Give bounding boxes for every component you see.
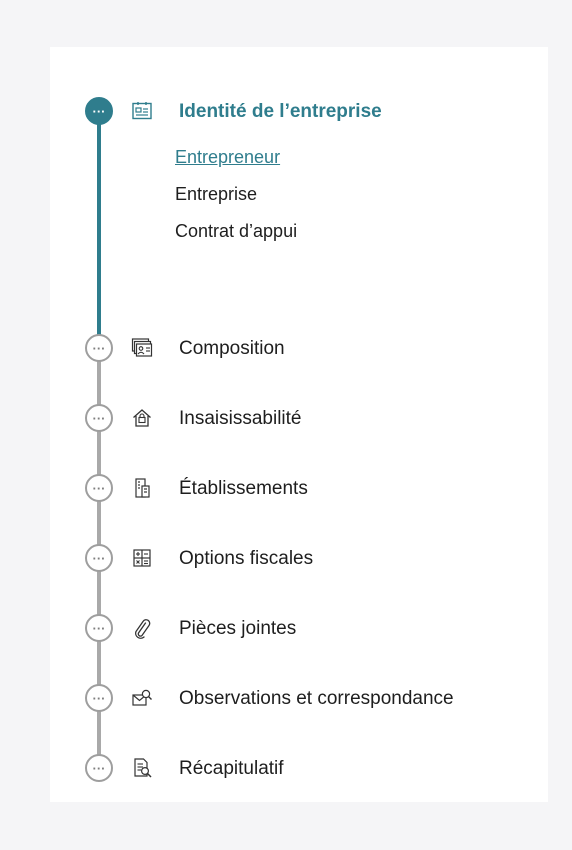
people-cards-icon bbox=[131, 338, 153, 357]
id-card-icon bbox=[132, 102, 152, 120]
step-label: Insaisissabilité bbox=[179, 408, 302, 429]
step-status-pending-icon: ··· bbox=[85, 334, 113, 362]
document-search-icon bbox=[134, 758, 152, 778]
step-navigation-panel: ··· Identité de l’entreprise Entrepreneu… bbox=[50, 47, 548, 802]
step-status-pending-icon: ··· bbox=[85, 474, 113, 502]
step-label: Établissements bbox=[179, 478, 308, 499]
house-icon bbox=[133, 409, 151, 427]
substep-entreprise[interactable]: Entreprise bbox=[175, 182, 297, 206]
building-icon bbox=[135, 478, 150, 498]
stepper: ··· Identité de l’entreprise Entrepreneu… bbox=[50, 47, 548, 802]
paperclip-icon bbox=[135, 619, 151, 639]
step-identite-entreprise[interactable]: ··· Identité de l’entreprise bbox=[50, 97, 548, 127]
step-label: Récapitulatif bbox=[179, 758, 284, 779]
step-composition[interactable]: ··· Composition bbox=[50, 334, 548, 364]
step-recapitulatif[interactable]: ··· Récapitulatif bbox=[50, 754, 548, 784]
mail-search-icon bbox=[132, 689, 152, 706]
step-label: Identité de l’entreprise bbox=[179, 101, 382, 122]
progress-rail-active bbox=[97, 111, 101, 337]
step-status-pending-icon: ··· bbox=[85, 404, 113, 432]
substep-entrepreneur[interactable]: Entrepreneur bbox=[175, 145, 297, 169]
step-pieces-jointes[interactable]: ··· Pièces jointes bbox=[50, 614, 548, 644]
calculator-icon bbox=[133, 549, 151, 567]
step-status-pending-icon: ··· bbox=[85, 754, 113, 782]
substep-list: Entrepreneur Entreprise Contrat d’appui bbox=[175, 145, 297, 256]
step-status-pending-icon: ··· bbox=[85, 544, 113, 572]
substep-contrat-appui[interactable]: Contrat d’appui bbox=[175, 219, 297, 243]
step-options-fiscales[interactable]: ··· Options fiscales bbox=[50, 544, 548, 574]
step-observations-correspondance[interactable]: ··· Observations et correspondance bbox=[50, 684, 548, 714]
step-status-pending-icon: ··· bbox=[85, 684, 113, 712]
step-label: Composition bbox=[179, 338, 285, 359]
step-label: Options fiscales bbox=[179, 548, 314, 569]
step-status-active-icon: ··· bbox=[85, 97, 113, 125]
step-insaisissabilite[interactable]: ··· Insaisissabilité bbox=[50, 404, 548, 434]
step-etablissements[interactable]: ··· Établissements bbox=[50, 474, 548, 504]
step-label: Pièces jointes bbox=[179, 618, 297, 639]
step-label: Observations et correspondance bbox=[179, 688, 454, 709]
step-status-pending-icon: ··· bbox=[85, 614, 113, 642]
